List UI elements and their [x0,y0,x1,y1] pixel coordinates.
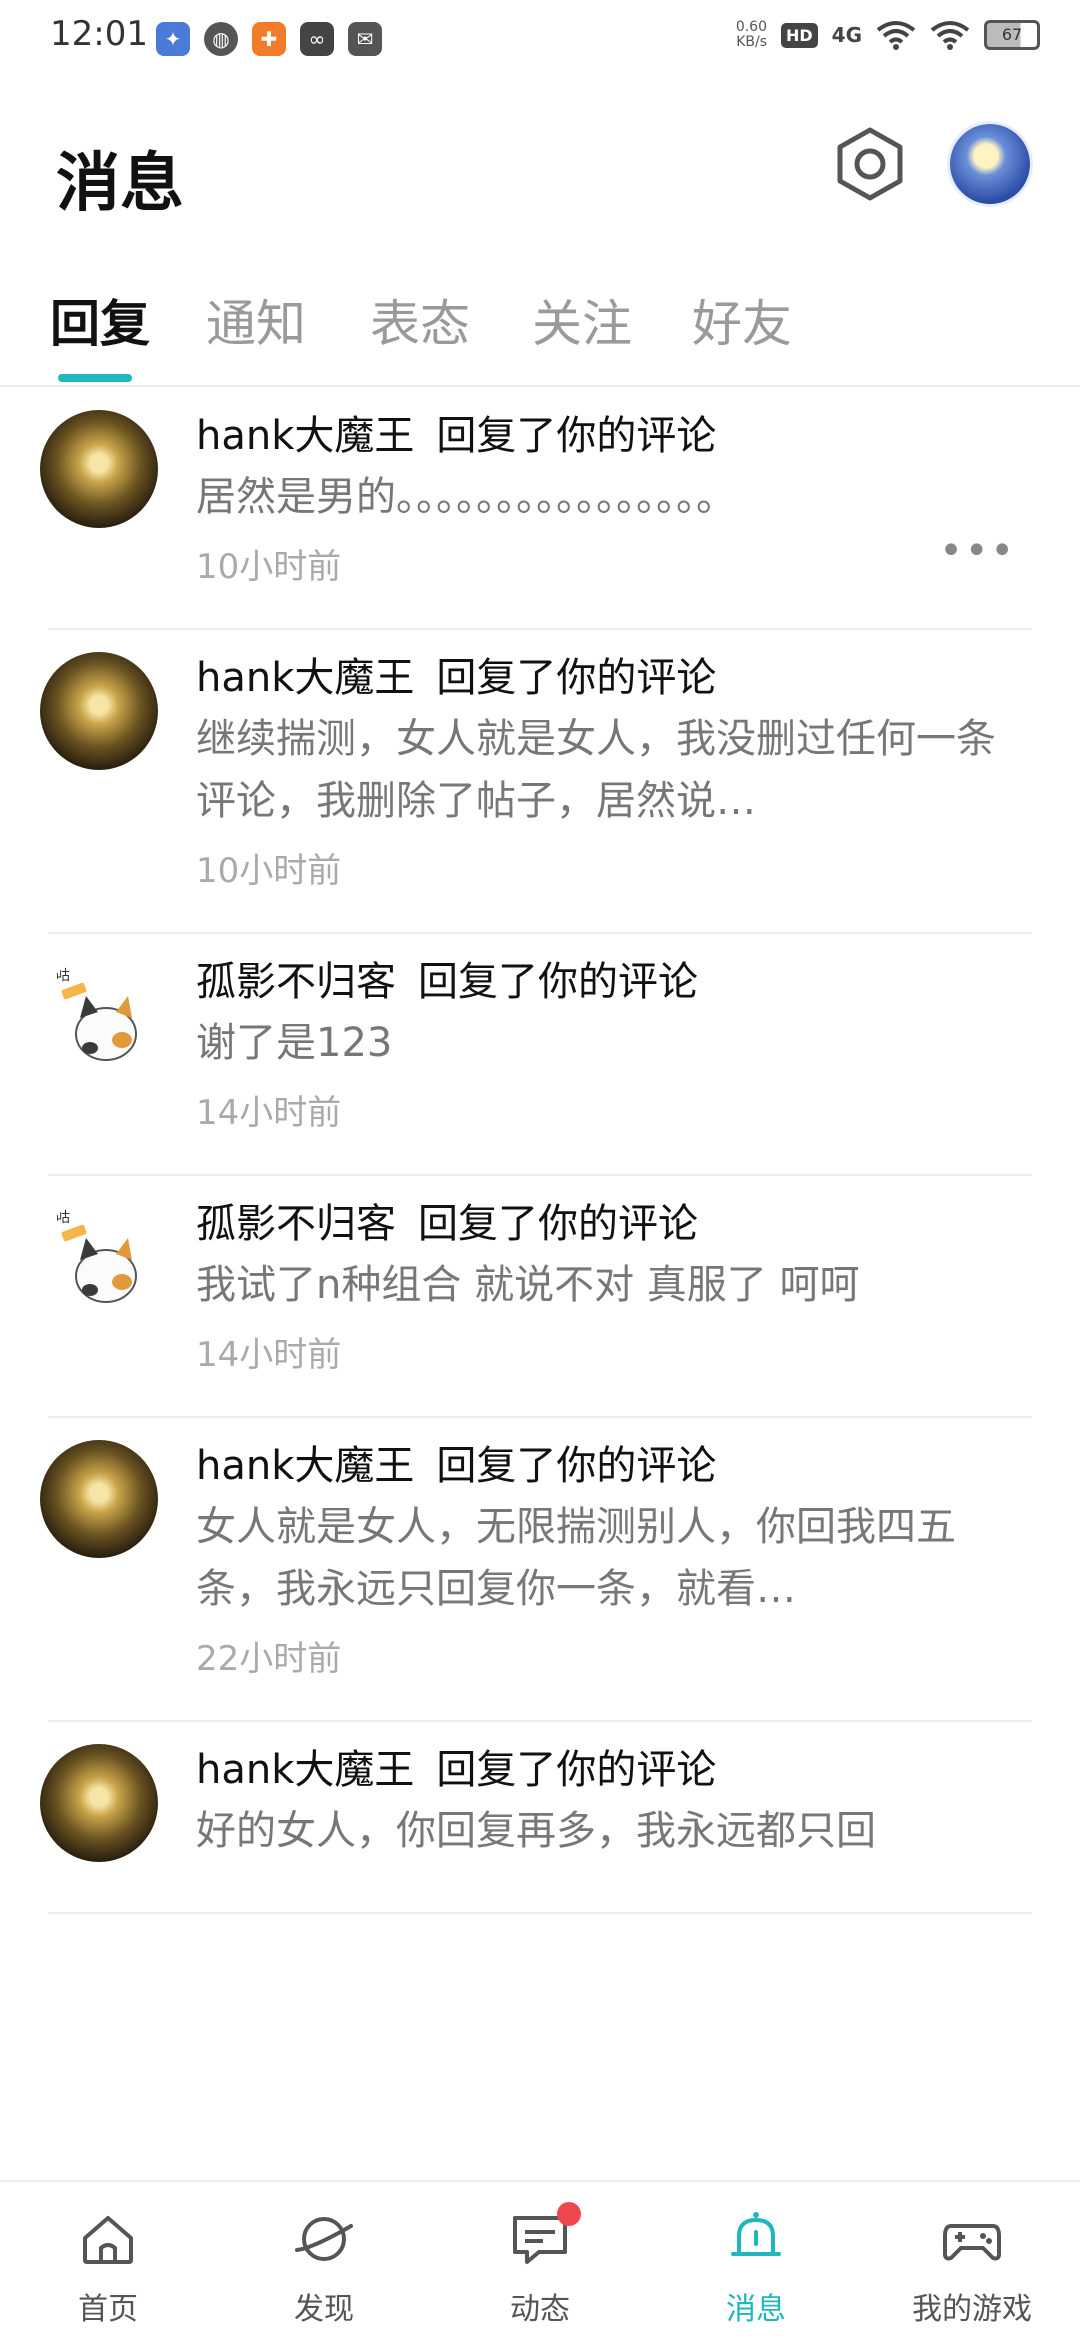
message-text: 我试了n种组合 就说不对 真服了 呵呵 [196,1262,860,1308]
message-time: 14小时前 [196,1093,342,1133]
planet-icon [295,2217,353,2261]
message-time: 14小时前 [196,1335,342,1375]
net-speed-value: 0.60 [735,19,767,35]
avatar[interactable] [40,652,158,770]
message-user[interactable]: 孤影不归客 [196,959,396,1005]
app-notification-icon: ✦ [156,22,190,56]
message-user[interactable]: hank大魔王 [196,1443,414,1489]
nav-label: 消息 [726,2292,786,2327]
status-time: 12:01 [50,14,148,54]
avatar[interactable] [40,1744,158,1862]
svg-text:咕: 咕 [56,1210,70,1226]
tab-bar: 回复 通知 表态 关注 好友 [0,270,1080,387]
tab-follow[interactable]: 关注 [532,284,632,356]
net-speed-unit: KB/s [736,34,767,50]
nav-label: 动态 [510,2292,570,2327]
message-text: 居然是男的。。。。。。。。。。。。。。。。 [196,474,736,520]
avatar[interactable]: 咕 [40,956,158,1074]
message-action: 回复了你的评论 [436,655,717,701]
tab-notice[interactable]: 通知 [206,284,306,356]
net-speed: 0.60 KB/s [736,20,767,50]
list-item[interactable]: hank大魔王 回复了你的评论 好的女人，你回复再多，我永远都只回 [40,1722,1032,1914]
app-notification-icon: ✚ [252,22,286,56]
message-head: hank大魔王 回复了你的评论 [196,648,1022,708]
message-text: 好的女人，你回复再多，我永远都只回 [196,1808,876,1854]
message-head: hank大魔王 回复了你的评论 [196,1436,1022,1496]
message-action: 回复了你的评论 [436,1443,717,1489]
message-text: 继续揣测，女人就是女人，我没删过任何一条评论，我删除了帖子，居然说… [196,716,996,824]
nav-messages[interactable]: 消息 [648,2182,864,2342]
list-item[interactable]: 咕 孤影不归客 回复了你的评论 我试了n种组合 就说不对 真服了 呵呵 14小时前 [40,1176,1032,1418]
message-user[interactable]: hank大魔王 [196,655,414,701]
avatar[interactable] [40,410,158,528]
message-list[interactable]: hank大魔王 回复了你的评论 居然是男的。。。。。。。。。。。。。。。。 10小… [0,388,1080,2176]
message-action: 回复了你的评论 [436,413,717,459]
bottom-nav: 首页 发现 动态 消息 我的游戏 [0,2180,1080,2342]
message-time: 22小时前 [196,1639,342,1679]
header: 消息 [0,100,1080,240]
globe-icon: ◍ [204,22,238,56]
gear-icon [837,127,903,201]
notification-badge [557,2202,582,2226]
wifi-icon [930,21,970,50]
avatar[interactable]: 咕 [40,1198,158,1316]
nav-my-games[interactable]: 我的游戏 [864,2182,1080,2342]
wifi-icon [876,21,916,50]
nav-label: 我的游戏 [912,2292,1032,2327]
message-text: 女人就是女人，无限揣测别人，你回我四五条，我永远只回复你一条，就看… [196,1504,956,1612]
list-item[interactable]: 咕 孤影不归客 回复了你的评论 谢了是123 14小时前 [40,934,1032,1176]
home-icon [83,2216,133,2264]
page-title: 消息 [56,147,184,221]
message-head: hank大魔王 回复了你的评论 [196,406,1022,466]
tab-reaction[interactable]: 表态 [370,284,470,356]
cat-avatar-icon: 咕 [56,968,137,1061]
message-user[interactable]: hank大魔王 [196,1747,414,1793]
notification-icons: ✦ ◍ ✚ ∞ ✉ [156,22,382,56]
nav-discover[interactable]: 发现 [216,2182,432,2342]
message-action: 回复了你的评论 [436,1747,717,1793]
nav-label: 发现 [294,2292,354,2327]
settings-button[interactable] [830,124,910,204]
message-head: hank大魔王 回复了你的评论 [196,1740,1022,1800]
status-bar: 12:01 ✦ ◍ ✚ ∞ ✉ 0.60 KB/s HD 4G 67 [0,0,1080,80]
message-time [196,1876,1022,1912]
tab-friends[interactable]: 好友 [692,284,792,356]
user-avatar[interactable] [950,124,1030,204]
cellular-signal-icon: 4G [831,23,862,47]
message-action: 回复了你的评论 [418,959,698,1005]
nav-label: 首页 [78,2292,138,2327]
battery-icon: 67 [984,20,1040,50]
message-time: 10小时前 [196,547,342,587]
message-head: 孤影不归客 回复了你的评论 [196,1194,1022,1254]
avatar[interactable] [40,1440,158,1558]
nav-feed[interactable]: 动态 [432,2182,648,2342]
list-item[interactable]: hank大魔王 回复了你的评论 居然是男的。。。。。。。。。。。。。。。。 10小… [40,388,1032,630]
message-user[interactable]: 孤影不归客 [196,1201,396,1247]
tab-active-indicator [58,374,132,382]
message-time: 10小时前 [196,851,342,891]
cat-avatar-icon: 咕 [56,1210,137,1303]
more-icon[interactable]: ••• [939,528,1016,574]
mail-icon: ✉ [348,22,382,56]
bell-icon [731,2212,781,2256]
svg-text:咕: 咕 [56,968,70,984]
list-item[interactable]: hank大魔王 回复了你的评论 女人就是女人，无限揣测别人，你回我四五条，我永远只… [40,1418,1032,1722]
status-right: 0.60 KB/s HD 4G 67 [736,20,1040,50]
gamepad-icon [943,2224,1001,2261]
message-head: 孤影不归客 回复了你的评论 [196,952,1022,1012]
message-text: 谢了是123 [196,1020,393,1066]
nav-home[interactable]: 首页 [0,2182,216,2342]
list-item[interactable]: hank大魔王 回复了你的评论 继续揣测，女人就是女人，我没删过任何一条评论，我删… [40,630,1032,934]
message-user[interactable]: hank大魔王 [196,413,414,459]
message-action: 回复了你的评论 [418,1201,698,1247]
link-icon: ∞ [300,22,334,56]
tab-reply[interactable]: 回复 [50,284,150,356]
hd-icon: HD [780,22,818,48]
